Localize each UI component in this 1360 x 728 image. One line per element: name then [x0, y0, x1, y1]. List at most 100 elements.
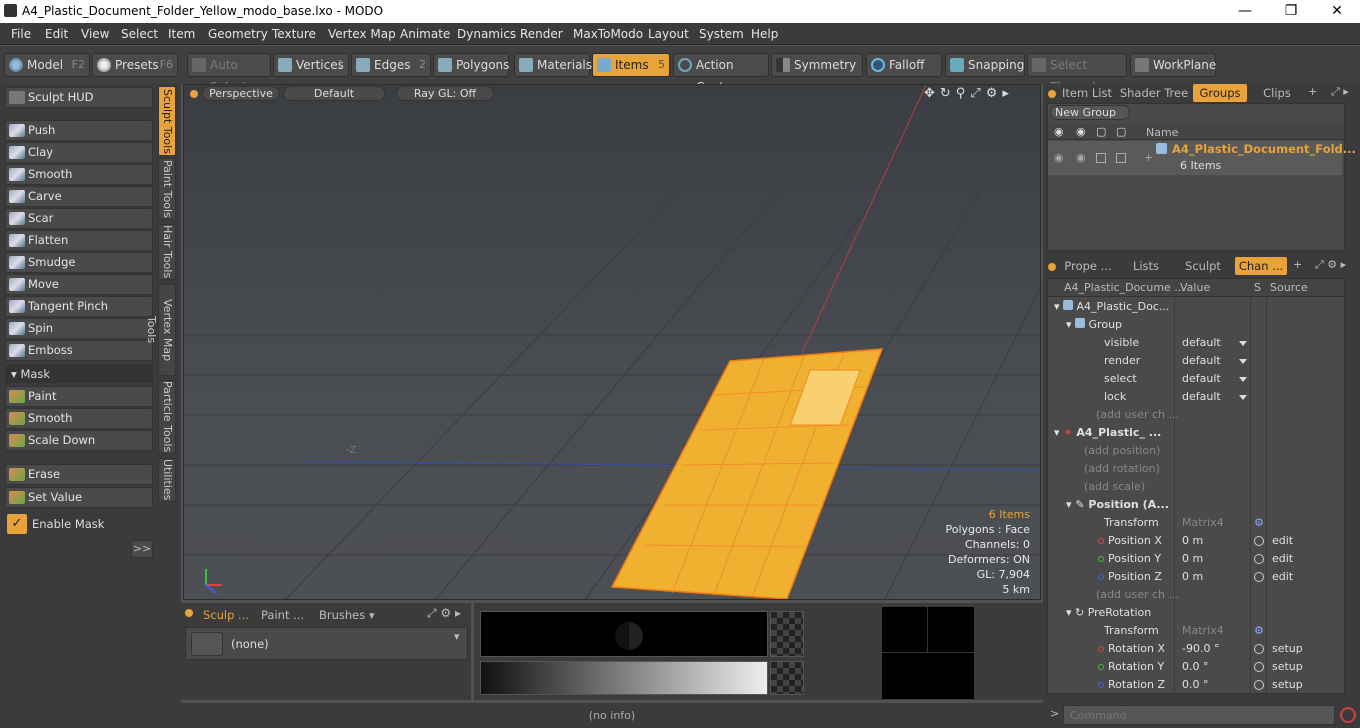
- record-icon[interactable]: [1340, 707, 1356, 723]
- materials-button[interactable]: Materials: [514, 53, 592, 77]
- channel-row-select[interactable]: select default: [1054, 370, 1344, 388]
- vertices-button[interactable]: Vertices 1: [273, 53, 349, 77]
- tab-channels[interactable]: Chan ...: [1235, 257, 1287, 275]
- set-value-button[interactable]: Set Value: [5, 487, 153, 508]
- group-row[interactable]: ◉ ◉ + A4_Plastic_Document_Fold... 6 Item…: [1048, 141, 1356, 175]
- erase-button[interactable]: Erase: [5, 464, 153, 485]
- menu-select[interactable]: Select: [121, 27, 158, 41]
- sculpt-hud-button[interactable]: Sculpt HUD: [5, 87, 153, 108]
- menu-geometry[interactable]: Geometry: [208, 27, 268, 41]
- tool-tangent-pinch[interactable]: Tangent Pinch: [5, 296, 153, 317]
- panel-menu-dot[interactable]: [185, 609, 193, 617]
- snapping-button[interactable]: Snapping: [945, 53, 1025, 77]
- channel-row-visible[interactable]: visible default: [1054, 334, 1344, 352]
- channel-row-rotation-x[interactable]: Rotation X -90.0 ° setup: [1054, 640, 1344, 658]
- 3d-viewport[interactable]: -Z Perspective Default Ray GL: Off ✥↻⚲⤢⚙…: [183, 84, 1041, 600]
- channel-row-mesh[interactable]: ▾ ✦ A4_Plastic_ ...: [1054, 424, 1344, 442]
- mask-paint[interactable]: Paint: [5, 386, 153, 407]
- viewport-menu-dot[interactable]: [190, 90, 198, 98]
- items-button[interactable]: Items 5: [592, 53, 670, 77]
- model-button[interactable]: Model F2: [4, 53, 90, 77]
- edges-button[interactable]: Edges 2: [351, 53, 431, 77]
- tab-dropdown-icon[interactable]: ▾: [369, 609, 375, 622]
- brush-selector[interactable]: (none) ▾: [185, 627, 468, 660]
- mask-section-header[interactable]: ▾ Mask: [5, 365, 153, 383]
- new-group-button[interactable]: New Group: [1050, 105, 1130, 120]
- minimize-button[interactable]: —: [1222, 0, 1268, 23]
- menu-view[interactable]: View: [81, 27, 109, 41]
- tool-carve[interactable]: Carve: [5, 186, 153, 207]
- tab-paint[interactable]: Paint ...: [255, 606, 310, 624]
- menu-maxtomodo[interactable]: MaxToModo: [573, 27, 643, 41]
- tab-brushes[interactable]: Brushes: [313, 606, 371, 624]
- menu-item[interactable]: Item: [168, 27, 195, 41]
- tab-lists[interactable]: Lists: [1121, 257, 1171, 275]
- perspective-button[interactable]: Perspective: [202, 86, 280, 101]
- command-input[interactable]: [1063, 705, 1335, 725]
- color-swatch[interactable]: [882, 607, 974, 699]
- tool-flatten[interactable]: Flatten: [5, 230, 153, 251]
- maximize-button[interactable]: ❐: [1268, 0, 1314, 23]
- channel-row-add-position[interactable]: (add position): [1054, 442, 1344, 460]
- channel-row-position-x[interactable]: Position X0 m edit: [1054, 532, 1344, 550]
- enable-mask-checkbox[interactable]: ✓: [7, 514, 27, 534]
- channel-row-group[interactable]: ▾ Group: [1054, 316, 1344, 334]
- menu-layout[interactable]: Layout: [648, 27, 689, 41]
- mask-scale-down[interactable]: Scale Down: [5, 430, 153, 451]
- channel-row-position-y[interactable]: Position Y0 m edit: [1054, 550, 1344, 568]
- tab-sculpt[interactable]: Sculp ...: [197, 606, 255, 624]
- channel-row-position-z[interactable]: Position Z0 m edit: [1054, 568, 1344, 586]
- checker-preview-2[interactable]: [770, 661, 804, 695]
- menu-render[interactable]: Render: [520, 27, 563, 41]
- visibility-toggle-icon[interactable]: ◉: [1054, 151, 1064, 164]
- panel-expand-icon[interactable]: ⤢ ▸: [1331, 85, 1349, 99]
- close-button[interactable]: ✕: [1314, 0, 1360, 23]
- select-toggle[interactable]: [1116, 153, 1126, 163]
- channels-menu-dot[interactable]: [1048, 263, 1056, 271]
- tool-emboss[interactable]: Emboss: [5, 340, 153, 361]
- checker-preview[interactable]: [770, 611, 804, 657]
- symmetry-button[interactable]: Symmetry: [771, 53, 863, 77]
- channel-row-prerotation[interactable]: ▾ ↻ PreRotation: [1054, 604, 1344, 622]
- channel-row-lock[interactable]: lock default: [1054, 388, 1344, 406]
- tab-shader-tree[interactable]: Shader Tree: [1119, 84, 1189, 102]
- tool-spin[interactable]: Spin: [5, 318, 153, 339]
- channel-row-rotation-y[interactable]: Rotation Y 0.0 ° setup: [1054, 658, 1344, 676]
- expand-button[interactable]: >>: [131, 540, 153, 558]
- menu-texture[interactable]: Texture: [272, 27, 316, 41]
- shading-button[interactable]: Default: [283, 86, 385, 101]
- tool-move[interactable]: Move: [5, 274, 153, 295]
- tab-sculpt-props[interactable]: Sculpt: [1177, 257, 1229, 275]
- gradient-preview[interactable]: [480, 661, 768, 695]
- groups-menu-dot[interactable]: [1048, 90, 1056, 98]
- select-through-button[interactable]: Select Through: [1027, 53, 1127, 94]
- channel-row-add-user-2[interactable]: (add user ch ...: [1054, 586, 1344, 604]
- expand-plus-icon[interactable]: +: [1144, 151, 1153, 164]
- channel-row-item[interactable]: ▾ A4_Plastic_Doc...: [1054, 298, 1344, 316]
- tab-utilities[interactable]: Utilities: [158, 458, 176, 502]
- channel-row-transform[interactable]: Transform Matrix4 ⚙: [1054, 514, 1344, 532]
- menu-dynamics[interactable]: Dynamics: [457, 27, 516, 41]
- tool-scar[interactable]: Scar: [5, 208, 153, 229]
- tab-sculpt-tools[interactable]: Sculpt Tools: [158, 86, 176, 156]
- viewport-nav-icons[interactable]: ✥↻⚲⤢⚙▸: [924, 86, 1014, 101]
- menu-system[interactable]: System: [699, 27, 744, 41]
- tool-smudge[interactable]: Smudge: [5, 252, 153, 273]
- falloff-button[interactable]: Falloff: [866, 53, 942, 77]
- workplane-button[interactable]: WorkPlane: [1130, 53, 1216, 77]
- render-toggle-icon[interactable]: ◉: [1076, 151, 1086, 164]
- tab-item-list[interactable]: Item List: [1061, 84, 1113, 102]
- tab-particle-tools[interactable]: Particle Tools: [158, 380, 176, 454]
- menu-vertex-map[interactable]: Vertex Map: [328, 27, 396, 41]
- channel-row-add-scale[interactable]: (add scale): [1054, 478, 1344, 496]
- tool-clay[interactable]: Clay: [5, 142, 153, 163]
- add-tab-icon[interactable]: +: [1308, 85, 1317, 98]
- tab-properties[interactable]: Prope ...: [1061, 257, 1115, 275]
- tool-smooth[interactable]: Smooth: [5, 164, 153, 185]
- channel-row-rotation-z[interactable]: Rotation Z 0.0 ° setup: [1054, 676, 1344, 693]
- menu-file[interactable]: File: [11, 27, 31, 41]
- channel-row-transform-2[interactable]: Transform Matrix4 ⚙: [1054, 622, 1344, 640]
- channel-row-add-rotation[interactable]: (add rotation): [1054, 460, 1344, 478]
- tool-push[interactable]: Push: [5, 120, 153, 141]
- channel-row-add-user[interactable]: (add user ch ...: [1054, 406, 1344, 424]
